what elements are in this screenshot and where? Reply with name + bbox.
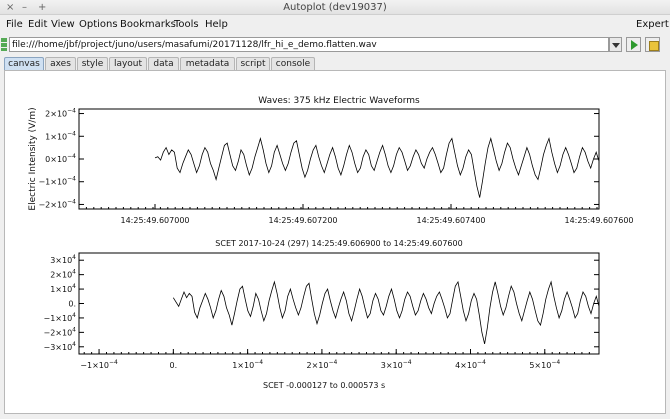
url-input[interactable] <box>9 37 609 52</box>
top-plot-frame <box>78 108 600 210</box>
bookmark-button[interactable] <box>645 37 660 52</box>
tab-layout[interactable]: layout <box>109 57 147 70</box>
tab-style[interactable]: style <box>77 57 108 70</box>
plot-svg: Waves: 375 kHz Electric Waveforms Electri… <box>28 96 634 390</box>
bottom-y-tick-label: −3×104 <box>43 341 76 352</box>
top-y-tick-label: −1×10−4 <box>38 176 76 187</box>
bottom-x-tick-label: 3×10−4 <box>381 359 412 370</box>
menu-tools[interactable]: Tools <box>174 15 199 35</box>
bottom-plot-frame <box>78 252 600 355</box>
top-y-tick-label: 2×10−4 <box>45 108 76 119</box>
top-plot-ylabel: Electric Intensity (V/m) <box>28 107 38 210</box>
bottom-y-tick-label: 1×104 <box>50 283 76 294</box>
url-history-dropdown[interactable] <box>609 37 622 52</box>
bottom-x-tick-label: 1×10−4 <box>232 359 263 370</box>
url-toolbar <box>0 35 670 55</box>
top-x-tick-label: 14:25:49.607400 <box>416 216 485 225</box>
window-title: Autoplot (dev19037) <box>283 2 387 13</box>
tab-console[interactable]: console <box>271 57 315 70</box>
top-plot-title: Waves: 375 kHz Electric Waveforms <box>258 96 420 106</box>
tab-canvas[interactable]: canvas <box>4 57 44 70</box>
bottom-x-tick-label: 5×10−4 <box>529 359 560 370</box>
drag-grip-icon[interactable] <box>1 38 7 51</box>
top-y-tick-label: 1×10−4 <box>45 130 76 141</box>
menu-file[interactable]: File <box>6 15 23 35</box>
menu-bookmarks[interactable]: Bookmarks <box>120 15 176 35</box>
tab-axes[interactable]: axes <box>45 57 76 70</box>
top-y-tick-label: −2×10−4 <box>38 198 76 209</box>
tab-metadata[interactable]: metadata <box>180 57 235 70</box>
tab-data[interactable]: data <box>148 57 179 70</box>
menu-bar: File Edit View Options Bookmarks Tools H… <box>0 15 670 35</box>
menu-edit[interactable]: Edit <box>28 15 47 35</box>
tab-script[interactable]: script <box>236 57 270 70</box>
bottom-y-tick-label: 2×104 <box>50 269 76 280</box>
title-bar: × – + Autoplot (dev19037) <box>0 0 670 15</box>
bottom-plot-xlabel: SCET -0.000127 to 0.000573 s <box>263 381 385 390</box>
bottom-y-tick-label: −2×104 <box>43 326 76 337</box>
bottom-x-tick-label: 4×10−4 <box>455 359 486 370</box>
menu-view[interactable]: View <box>51 15 75 35</box>
bottom-x-tick-label: 2×10−4 <box>306 359 337 370</box>
plot-canvas[interactable]: Waves: 375 kHz Electric Waveforms Electri… <box>4 70 666 414</box>
menu-help[interactable]: Help <box>205 15 228 35</box>
top-x-tick-label: 14:25:49.607600 <box>564 216 633 225</box>
bottom-waveform-trace <box>172 280 600 344</box>
top-waveform-trace <box>154 136 600 198</box>
top-plot-xlabel: SCET 2017-10-24 (297) 14:25:49.606900 to… <box>215 239 462 248</box>
go-button[interactable] <box>626 37 641 52</box>
top-y-tick-label: 0×10−4 <box>45 153 76 164</box>
bottom-y-tick-label: 3×104 <box>50 254 76 265</box>
bottom-x-tick-label: −1×10−4 <box>80 359 118 370</box>
top-x-tick-label: 14:25:49.607000 <box>120 216 189 225</box>
bottom-y-tick-label: −1×104 <box>43 312 76 323</box>
bottom-x-tick-label: 0. <box>170 361 178 370</box>
bottom-y-tick-label: 0. <box>68 300 76 309</box>
menu-options[interactable]: Options <box>79 15 118 35</box>
tab-strip: canvas axes style layout data metadata s… <box>0 57 670 70</box>
menu-expert[interactable]: Expert <box>636 15 669 35</box>
top-x-tick-label: 14:25:49.607200 <box>268 216 337 225</box>
